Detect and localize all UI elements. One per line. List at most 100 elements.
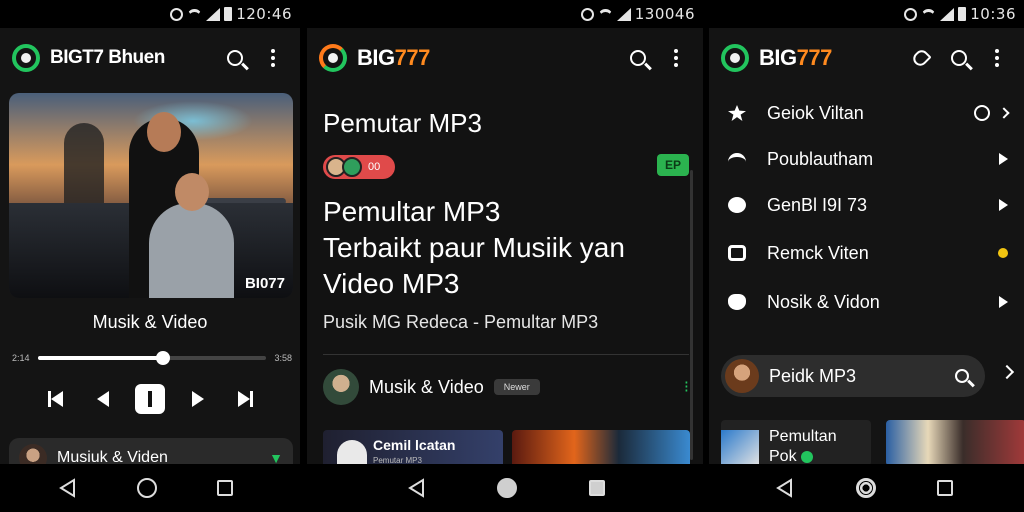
battery-icon xyxy=(958,7,967,21)
share-icon[interactable]: ⁝ xyxy=(684,377,689,397)
recents-icon[interactable] xyxy=(937,480,953,496)
home-icon[interactable] xyxy=(856,478,876,498)
search-button[interactable] xyxy=(623,43,653,73)
card-subtitle: Pemutar MP3 xyxy=(373,456,422,464)
skip-next-button[interactable] xyxy=(230,384,260,414)
avatar xyxy=(725,359,759,393)
clover-icon xyxy=(725,194,749,216)
signal-icon xyxy=(940,7,955,21)
chevron-right-icon xyxy=(999,153,1008,165)
back-icon[interactable] xyxy=(56,476,80,500)
author-chip[interactable]: 00 xyxy=(323,155,395,179)
play-pause-button[interactable] xyxy=(135,384,165,414)
headline: Pemultar MP3 Terbaikt paur Musiik yan Vi… xyxy=(323,196,625,299)
skip-previous-button[interactable] xyxy=(40,384,70,414)
search-button[interactable] xyxy=(944,43,974,73)
more-button[interactable] xyxy=(661,43,691,73)
menu-item[interactable]: Nosik & Vidon xyxy=(709,280,1024,324)
status-dot-icon xyxy=(998,248,1008,258)
menu-item[interactable]: GenBl I9I 73 xyxy=(709,183,1024,227)
search-button[interactable] xyxy=(220,43,250,73)
more-vert-icon xyxy=(995,49,999,67)
app-bar: BIG777 xyxy=(709,38,1024,78)
search-icon[interactable] xyxy=(955,369,969,383)
content-card[interactable]: Pemultan Pok xyxy=(721,420,871,464)
verified-icon xyxy=(800,450,813,463)
list-item[interactable]: Musik & Video Newer ⁝ xyxy=(323,368,689,406)
chevron-right-icon xyxy=(999,296,1008,308)
app-logo-icon xyxy=(12,44,40,72)
forward-button[interactable] xyxy=(183,384,213,414)
menu-item[interactable]: Remck Viten xyxy=(709,231,1024,275)
menu-item-label: GenBl I9I 73 xyxy=(767,194,868,215)
total-time: 3:58 xyxy=(274,353,292,363)
search-label: Peidk MP3 xyxy=(769,365,857,386)
scrollbar[interactable] xyxy=(690,170,693,460)
chevron-right-icon xyxy=(999,199,1008,211)
screen-article: 130046 BIG777 Pemutar MP3 00 EP Pemultar… xyxy=(307,0,703,464)
more-button[interactable] xyxy=(982,43,1012,73)
search-input[interactable]: Peidk MP3 xyxy=(721,355,985,397)
app-brand: BIG777 xyxy=(759,45,832,70)
chevron-down-icon[interactable]: ▼ xyxy=(269,450,283,464)
home-icon[interactable] xyxy=(497,478,517,498)
card-subtitle: Pok xyxy=(769,448,813,464)
seek-handle[interactable] xyxy=(156,351,171,365)
rewind-button[interactable] xyxy=(88,384,118,414)
recents-icon[interactable] xyxy=(589,480,605,496)
home-icon[interactable] xyxy=(137,478,157,498)
back-icon[interactable] xyxy=(405,476,429,500)
status-bar: 130046 xyxy=(307,0,703,28)
menu-item[interactable]: Geiok Viltan xyxy=(709,91,1024,135)
box-icon xyxy=(725,242,749,264)
app-bar: BIGT7 Bhuen xyxy=(0,38,300,78)
play-pause-icon xyxy=(135,384,165,414)
album-watermark: BI077 xyxy=(244,275,285,292)
content-card[interactable] xyxy=(512,430,690,464)
album-art[interactable]: BI077 xyxy=(9,93,293,298)
forward-icon xyxy=(191,391,204,407)
heart-icon xyxy=(910,47,932,69)
signal-icon xyxy=(206,7,221,21)
mask-icon xyxy=(725,291,749,313)
mini-player-title: Musiuk & Viden xyxy=(57,449,168,464)
app-brand: BIGT7 Bhuen xyxy=(50,47,165,68)
now-playing-title: Musik & Video xyxy=(92,312,208,332)
system-nav-bar xyxy=(0,464,1024,512)
more-vert-icon xyxy=(674,49,678,67)
card-title: Pemultan xyxy=(769,428,837,445)
rewind-icon xyxy=(96,391,109,407)
seek-bar[interactable]: 2:14 3:58 xyxy=(12,350,292,366)
favorite-button[interactable] xyxy=(906,43,936,73)
chevron-right-icon xyxy=(998,107,1010,119)
divider xyxy=(323,354,689,355)
page-title: Pemutar MP3 xyxy=(323,108,482,138)
signal-icon xyxy=(616,7,631,21)
mini-player[interactable]: Musiuk & Viden ▼ xyxy=(9,438,293,464)
more-vert-icon xyxy=(271,49,275,67)
status-time: 120:46 xyxy=(236,5,292,23)
menu-item-label: Remck Viten xyxy=(767,242,869,263)
elapsed-time: 2:14 xyxy=(12,353,30,363)
playback-controls xyxy=(40,384,260,414)
app-logo-icon xyxy=(319,44,347,72)
wifi-icon xyxy=(597,8,613,20)
seek-track[interactable] xyxy=(37,351,267,365)
menu-item[interactable]: Poublautham xyxy=(709,137,1024,181)
content-card[interactable]: Cemil lcatan Pemutar MP3 xyxy=(323,430,503,464)
dnd-icon xyxy=(170,7,184,21)
back-icon[interactable] xyxy=(773,476,797,500)
more-button[interactable] xyxy=(258,43,288,73)
status-bar: 120:46 xyxy=(0,0,300,28)
dnd-icon xyxy=(904,7,918,21)
avatar xyxy=(19,444,47,464)
list-item-title: Musik & Video xyxy=(369,376,484,397)
content-card[interactable] xyxy=(886,420,1024,464)
chevron-right-icon[interactable] xyxy=(999,364,1015,380)
avatar xyxy=(323,369,359,405)
tag-pill: Newer xyxy=(493,379,540,395)
status-bar: 10:36 xyxy=(709,0,1024,28)
dnd-icon xyxy=(580,7,594,21)
recents-icon[interactable] xyxy=(217,480,233,496)
skip-previous-icon xyxy=(50,391,63,407)
